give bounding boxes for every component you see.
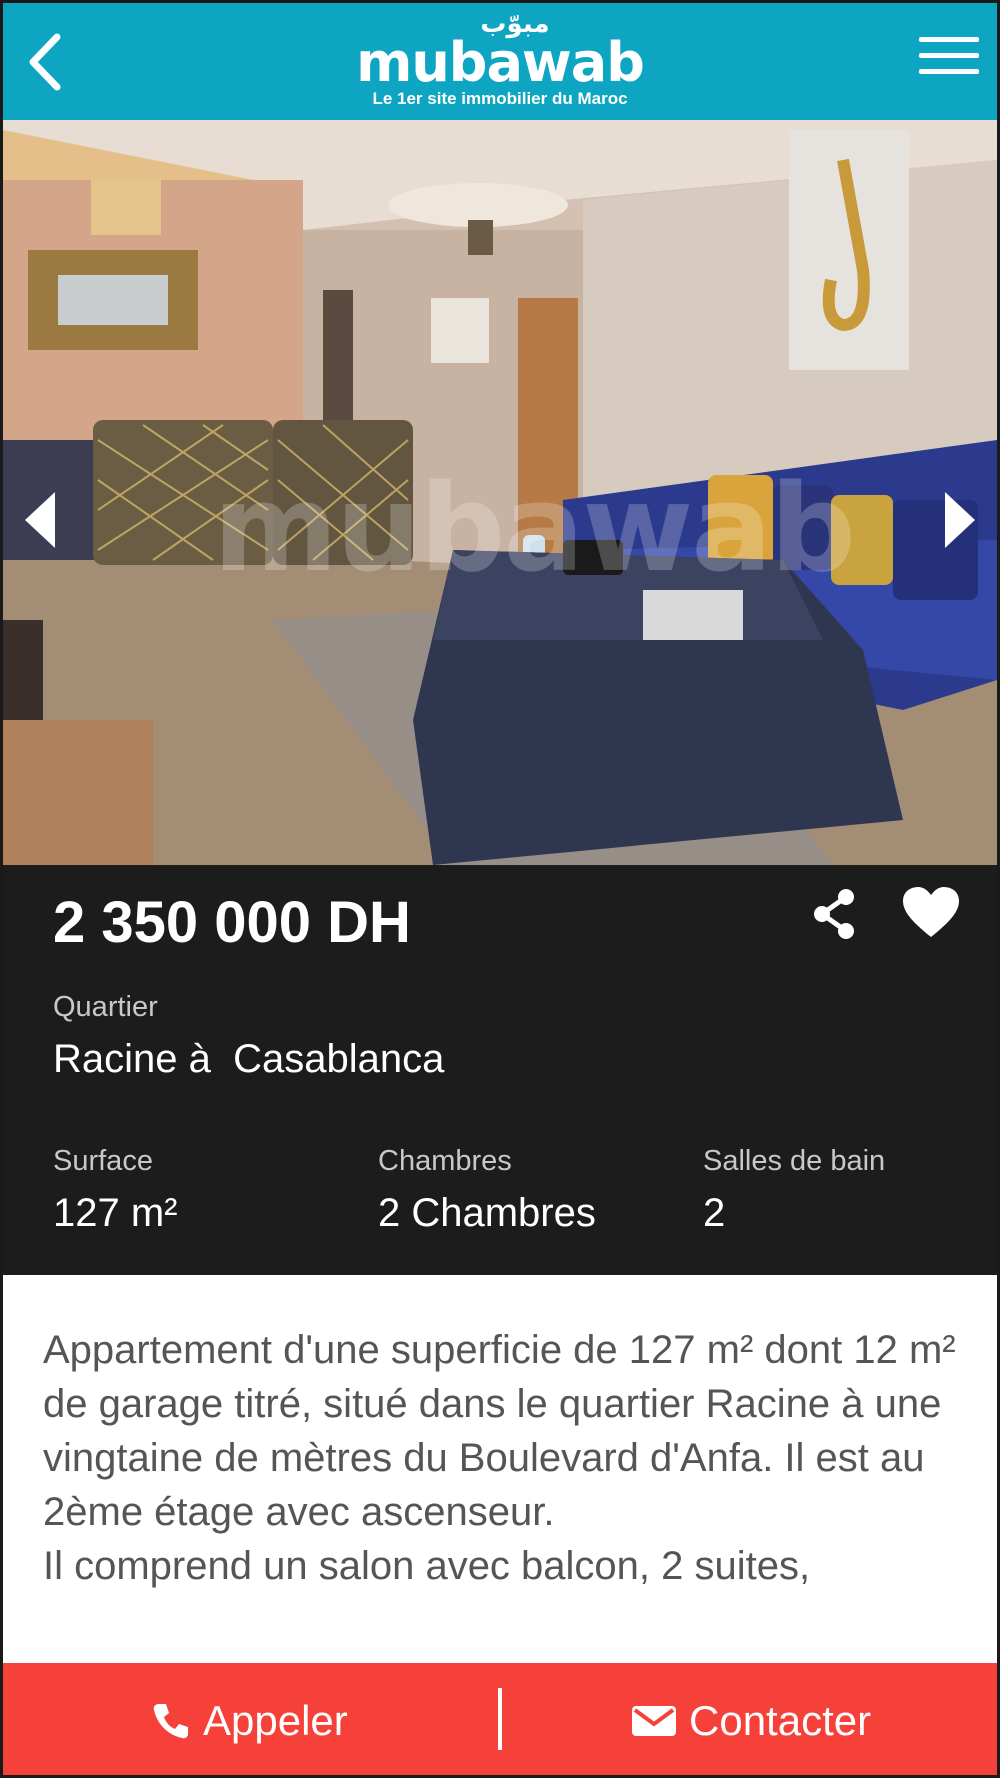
surface-value: 127 m² <box>53 1191 178 1235</box>
share-icon <box>814 889 854 939</box>
listing-description: Appartement d'une superficie de 127 m² d… <box>43 1323 963 1593</box>
heart-icon <box>903 887 959 937</box>
logo-tagline: Le 1er site immobilier du Maroc <box>372 89 628 108</box>
listing-summary: 2 350 000 DH Quartier Racine à Casablanc… <box>3 865 997 1275</box>
call-button-label: Appeler <box>203 1696 348 1744</box>
phone-icon <box>153 1703 188 1738</box>
salles-de-bain-value: 2 <box>703 1191 726 1235</box>
app-header: مبوّب mubawab Le 1er site immobilier du … <box>3 3 997 120</box>
logo-wordmark: mubawab <box>356 31 645 94</box>
action-divider <box>498 1688 502 1750</box>
contact-button[interactable]: Contacter <box>631 1663 872 1775</box>
quartier-value: Racine à Casablanca <box>53 1037 445 1081</box>
listing-price: 2 350 000 DH <box>53 890 411 955</box>
description-paragraph: Appartement d'une superficie de 127 m² d… <box>43 1328 956 1534</box>
contact-button-label: Contacter <box>689 1696 872 1744</box>
contact-action-bar: Appeler Contacter <box>3 1663 997 1775</box>
chambres-label: Chambres <box>378 1145 512 1177</box>
app-screen: مبوّب mubawab Le 1er site immobilier du … <box>0 0 1000 1778</box>
envelope-icon <box>632 1705 676 1736</box>
gallery-next-button[interactable] <box>933 480 983 560</box>
gallery-prev-button[interactable] <box>17 480 67 560</box>
description-paragraph: Il comprend un salon avec balcon, 2 suit… <box>43 1544 811 1588</box>
call-button[interactable]: Appeler <box>151 1663 348 1775</box>
favorite-button[interactable] <box>901 885 961 941</box>
photo-watermark: mubawab <box>213 460 856 599</box>
salles-de-bain-label: Salles de bain <box>703 1145 886 1177</box>
listing-photo[interactable]: mubawab <box>3 120 997 865</box>
mubawab-logo[interactable]: مبوّب mubawab Le 1er site immobilier du … <box>3 9 997 109</box>
share-button[interactable] <box>808 887 862 941</box>
triangle-left-icon <box>25 492 55 548</box>
hamburger-menu-icon <box>919 37 979 42</box>
menu-button[interactable] <box>919 37 979 87</box>
quartier-label: Quartier <box>53 991 158 1023</box>
triangle-right-icon <box>945 492 975 548</box>
surface-label: Surface <box>53 1145 153 1177</box>
chambres-value: 2 Chambres <box>378 1191 596 1235</box>
